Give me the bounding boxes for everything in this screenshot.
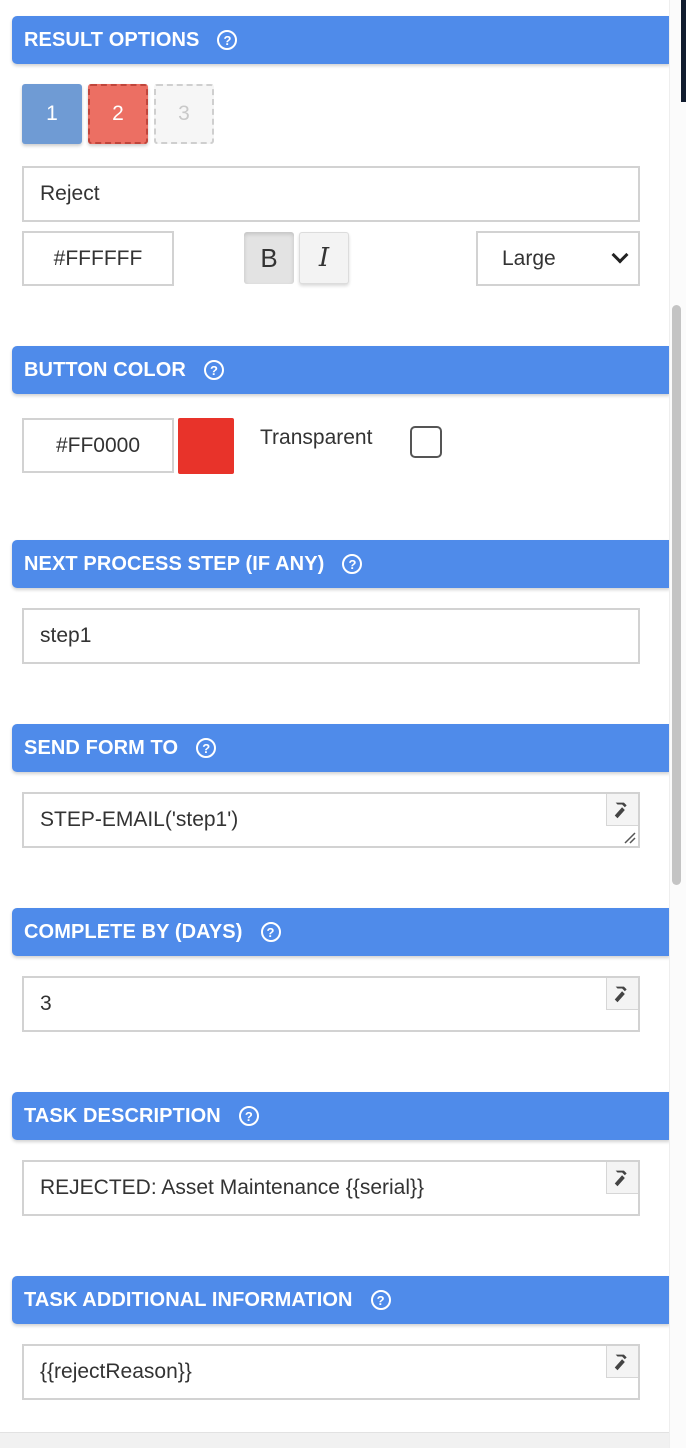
bold-button[interactable]: B (244, 232, 294, 284)
help-icon[interactable]: ? (238, 1106, 259, 1126)
help-icon[interactable]: ? (196, 738, 217, 758)
italic-button[interactable]: I (299, 232, 349, 284)
font-size-value: Large (502, 246, 556, 270)
hammer-icon[interactable] (606, 1162, 638, 1194)
section-title: COMPLETE BY (DAYS) (24, 920, 243, 943)
help-icon[interactable]: ? (260, 922, 281, 942)
next-step-input[interactable]: step1 (22, 608, 640, 664)
hammer-icon[interactable] (606, 794, 638, 826)
transparent-label: Transparent (260, 426, 373, 449)
section-header-result-options: RESULT OPTIONS ? (12, 16, 670, 64)
complete-by-input[interactable]: 3 (22, 976, 640, 1032)
window-edge (681, 0, 686, 102)
section-header-next-step: NEXT PROCESS STEP (IF ANY) ? (12, 540, 670, 588)
send-form-to-value: STEP-EMAIL('step1') (40, 808, 239, 831)
section-header-task-additional-info: TASK ADDITIONAL INFORMATION ? (12, 1276, 670, 1324)
transparent-checkbox[interactable] (410, 426, 442, 458)
help-icon[interactable]: ? (203, 360, 224, 380)
color-swatch[interactable] (178, 418, 234, 474)
result-option-3-button[interactable]: 3 (154, 84, 214, 144)
section-title: SEND FORM TO (24, 736, 179, 759)
send-form-to-textarea[interactable]: STEP-EMAIL('step1') (22, 792, 640, 848)
help-icon[interactable]: ? (342, 554, 363, 574)
section-header-button-color: BUTTON COLOR ? (12, 346, 670, 394)
section-header-complete-by: COMPLETE BY (DAYS) ? (12, 908, 670, 956)
scrollbar-thumb[interactable] (672, 305, 681, 885)
section-title: BUTTON COLOR (24, 358, 186, 381)
help-icon[interactable]: ? (370, 1290, 391, 1310)
task-description-input[interactable]: REJECTED: Asset Maintenance {{serial}} (22, 1160, 640, 1216)
section-header-send-form-to: SEND FORM TO ? (12, 724, 670, 772)
section-title: TASK ADDITIONAL INFORMATION (24, 1288, 353, 1311)
hammer-icon[interactable] (606, 978, 638, 1010)
task-description-value: REJECTED: Asset Maintenance {{serial}} (40, 1176, 425, 1199)
section-title: TASK DESCRIPTION (24, 1104, 221, 1127)
result-option-1-button[interactable]: 1 (22, 84, 82, 144)
task-additional-info-value: {{rejectReason}} (40, 1360, 192, 1383)
section-title: NEXT PROCESS STEP (IF ANY) (24, 552, 325, 575)
result-label-input[interactable]: Reject (22, 166, 640, 222)
properties-panel: RESULT OPTIONS ? 1 2 3 Reject #FFFFFF B … (0, 0, 670, 1448)
task-additional-info-input[interactable]: {{rejectReason}} (22, 1344, 640, 1400)
section-header-task-description: TASK DESCRIPTION ? (12, 1092, 670, 1140)
resize-grip-icon[interactable] (622, 830, 636, 844)
font-size-select[interactable]: Large (476, 231, 640, 286)
hammer-icon[interactable] (606, 1346, 638, 1378)
result-option-2-button[interactable]: 2 (88, 84, 148, 144)
help-icon[interactable]: ? (217, 30, 238, 50)
complete-by-value: 3 (40, 992, 52, 1015)
text-color-input[interactable]: #FFFFFF (22, 231, 174, 286)
bottom-bar (0, 1432, 669, 1448)
chevron-down-icon (611, 246, 629, 263)
button-color-input[interactable]: #FF0000 (22, 418, 174, 473)
section-title: RESULT OPTIONS (24, 28, 200, 51)
